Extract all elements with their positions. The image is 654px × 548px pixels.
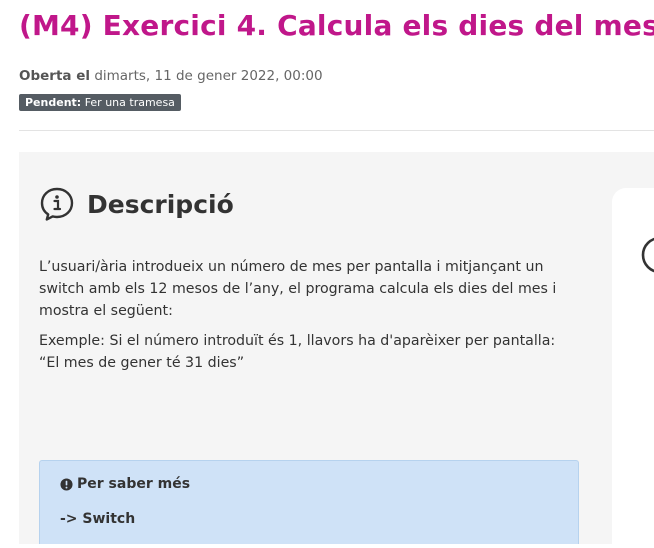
description-paragraph: L’usuari/ària introdueix un número de me…: [39, 259, 557, 319]
page-title: (M4) Exercici 4. Calcula els dies del me…: [19, 9, 654, 42]
description-heading: Descripció: [87, 189, 234, 219]
status-label: Pendent:: [25, 96, 82, 109]
description-body: L’usuari/ària introdueix un número de me…: [39, 256, 559, 382]
more-info-box: Per saber més -> Switch: [39, 460, 579, 544]
exclamation-circle-icon: [60, 477, 73, 491]
switch-link[interactable]: -> Switch: [60, 511, 135, 527]
description-header: Descripció: [39, 186, 234, 222]
opened-label: Oberta el: [19, 68, 91, 84]
status-text: Fer una tramesa: [84, 96, 175, 109]
description-card: Descripció L’usuari/ària introdueix un n…: [19, 152, 654, 548]
info-icon: [40, 187, 74, 221]
description-paragraph: Exemple: Si el número introduït és 1, ll…: [39, 333, 556, 371]
side-panel: [612, 188, 654, 548]
opened-date: dimarts, 11 de gener 2022, 00:00: [94, 68, 323, 84]
opened-date-line: Oberta el dimarts, 11 de gener 2022, 00:…: [19, 68, 323, 84]
header-divider: [19, 130, 654, 131]
more-info-title: Per saber més: [60, 476, 190, 492]
status-badge: Pendent: Fer una tramesa: [19, 94, 181, 111]
panel-icon: [641, 237, 654, 273]
more-info-title-text: Per saber més: [77, 476, 191, 492]
